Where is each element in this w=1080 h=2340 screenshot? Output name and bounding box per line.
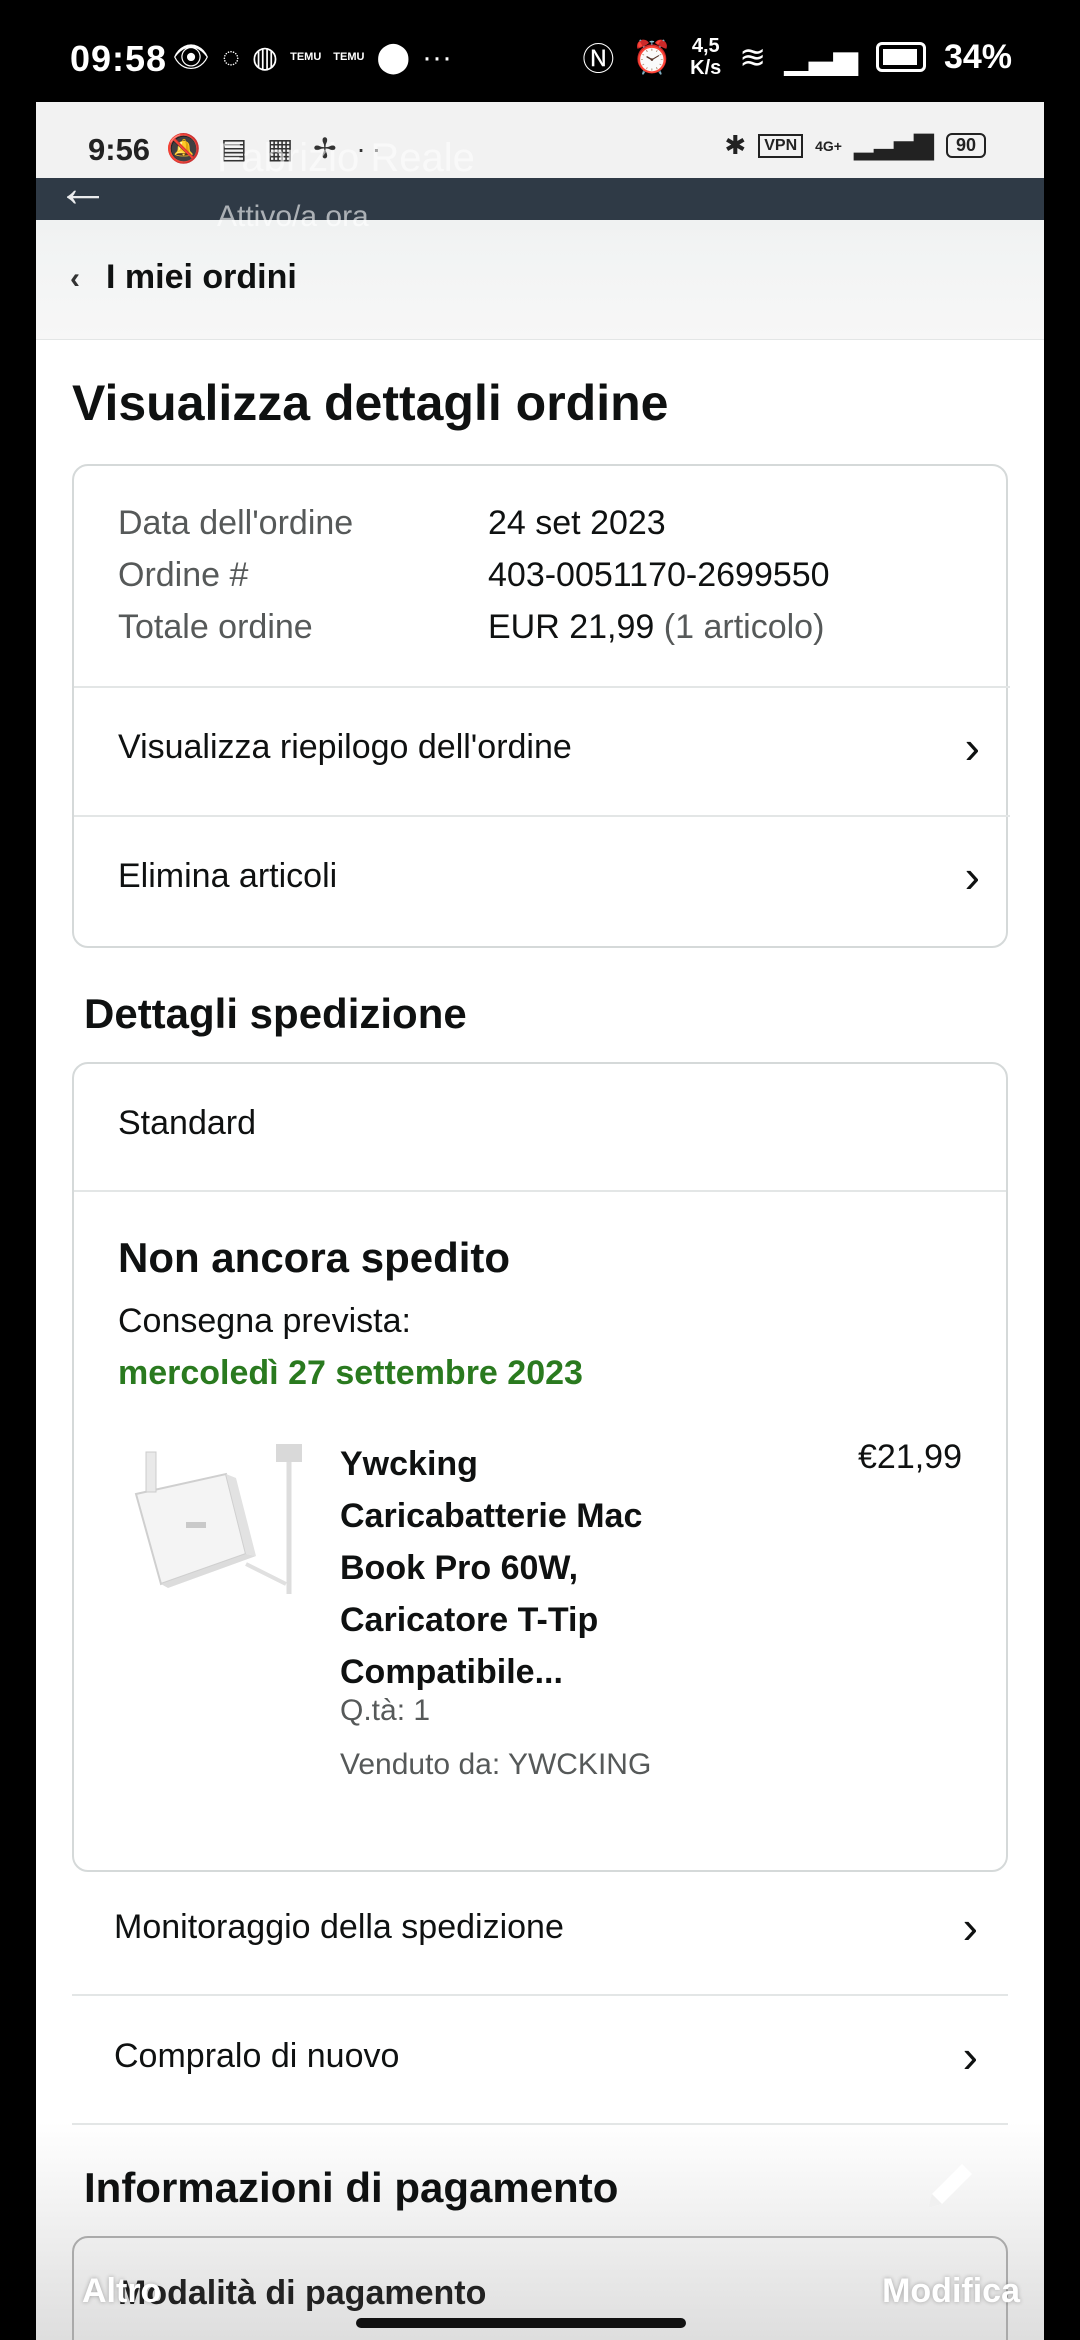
contact-presence: Attivo/a ora [217,200,369,233]
order-total-value: EUR 21,99 (1 articolo) [488,608,825,646]
track-shipment-link[interactable]: Monitoraggio della spedizione › [72,1868,1008,1996]
delivery-label: Consegna prevista: [118,1302,411,1340]
bluetooth-icon: ✱ [724,130,747,160]
product-quantity: Q.tà: 1 [340,1694,431,1727]
inner-status-bar: 9:56 🔕 ▤ ▦ ✢ ·· ✱ VPN 4G+ ▂▃▅▇ 90 [36,102,1044,178]
order-total-label: Totale ordine [118,608,313,646]
whatsapp-icon: ◌ [222,40,240,74]
order-date-label: Data dell'ordine [118,504,354,542]
nfc-icon: Ⓝ [582,41,615,77]
inner-system-icons: ✱ VPN 4G+ ▂▃▅▇ 90 [724,130,986,161]
battery-percent: 34% [943,37,1012,76]
chat-header [36,178,1044,220]
network-type: 4G+ [815,137,842,154]
vpn-badge: VPN [758,133,804,158]
product-title[interactable]: Ywcking Caricabatterie Mac Book Pro 60W,… [340,1438,710,1698]
device-time: 09:58 [70,38,168,79]
order-number-label: Ordine # [118,556,249,594]
chevron-right-icon: › [964,850,980,902]
chevron-right-icon: › [964,721,980,773]
product-image[interactable] [116,1434,316,1634]
home-indicator[interactable] [356,2318,686,2328]
eye-icon: 👁 [172,41,211,74]
delete-items-label: Elimina articoli [118,857,338,895]
pencil-icon[interactable] [918,2154,982,2218]
back-arrow-icon[interactable]: ← [56,157,110,219]
delete-items-link[interactable]: Elimina articoli › [74,815,1010,943]
order-screen: 9:56 🔕 ▤ ▦ ✢ ·· ✱ VPN 4G+ ▂▃▅▇ 90 ‹ I mi… [36,102,1044,2340]
breadcrumb-label[interactable]: I miei ordini [106,258,297,297]
shipping-section-title: Dettagli spedizione [84,990,467,1037]
chevron-right-icon: › [962,2030,978,2082]
shipping-method: Standard [118,1104,256,1142]
breadcrumb[interactable]: ‹ I miei ordini [36,220,1044,340]
modifica-button[interactable]: Modifica [882,2272,1020,2311]
shipment-card: Standard Non ancora spedito Consegna pre… [72,1062,1008,1872]
alarm-icon: ⏰ [632,39,673,75]
payment-section-title: Informazioni di pagamento [84,2164,619,2211]
chevron-left-icon: ‹ [70,262,80,295]
chevron-right-icon: › [962,1901,978,1953]
more-notifications-icon: ··· [422,40,453,74]
page-title: Visualizza dettagli ordine [72,375,669,431]
system-icons: Ⓝ ⏰ 4,5 K/s ≋ ▁▃▅ 34% [582,34,1012,80]
shipment-status: Non ancora spedito [118,1234,511,1281]
order-summary-card: Data dell'ordine 24 set 2023 Ordine # 40… [72,464,1010,948]
contact-name: Fabrizio Reale [217,136,475,180]
product-seller: Venduto da: YWCKING [340,1748,652,1781]
altro-button[interactable]: Altro [82,2272,161,2311]
divider [74,1190,1006,1192]
product-price: €21,99 [858,1438,962,1476]
track-shipment-label: Monitoraggio della spedizione [114,1908,564,1946]
temu-icon: TEMU [333,51,365,63]
view-order-summary-link[interactable]: Visualizza riepilogo dell'ordine › [74,686,1010,814]
device-status-bar: 09:58 👁 ◌ ◍ TEMU TEMU ⬤ ··· Ⓝ ⏰ 4,5 K/s ≋… [0,0,1080,100]
payment-method-label: Modalità di pagamento [118,2274,487,2312]
messenger-icon: ◍ [251,41,279,74]
delivery-date: mercoledì 27 settembre 2023 [118,1354,583,1392]
network-speed: 4,5 K/s [690,35,722,79]
view-order-summary-label: Visualizza riepilogo dell'ordine [118,728,572,766]
signal-icon: ▁▃▅ [784,39,858,75]
inner-battery: 90 [945,133,986,158]
buy-again-label: Compralo di nuovo [114,2037,400,2075]
temu-icon: TEMU [290,51,322,63]
location-icon: ⬤ [376,41,411,74]
battery-icon [875,42,926,72]
order-date-value: 24 set 2023 [488,504,666,542]
notification-icons: 👁 ◌ ◍ TEMU TEMU ⬤ ··· [172,40,452,75]
buy-again-link[interactable]: Compralo di nuovo › [72,1997,1008,2125]
order-number-value: 403-0051170-2699550 [488,556,830,594]
wifi-icon: ≋ [739,39,767,75]
signal-icon: ▂▃▅▇ [853,130,934,160]
